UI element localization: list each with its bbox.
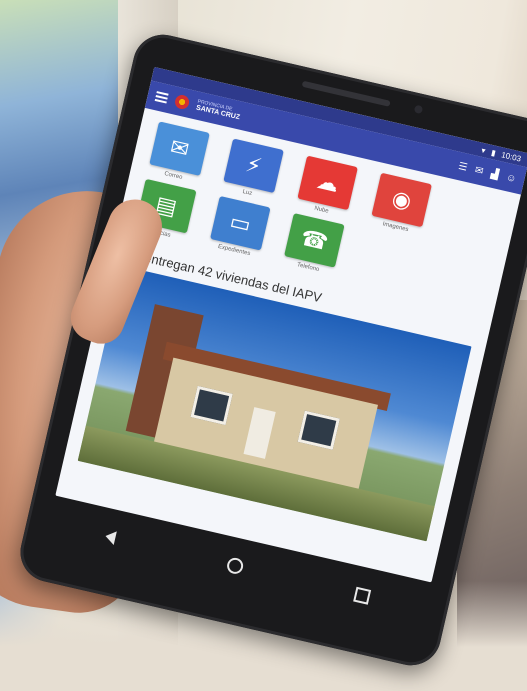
hamburger-icon[interactable] [154, 91, 169, 104]
envelope-icon: ✉ [149, 121, 210, 176]
tile-luz[interactable]: ⚡ Luz [216, 137, 288, 203]
user-icon[interactable]: ☺ [505, 172, 517, 185]
tablet-speaker [301, 80, 391, 107]
tile-nube[interactable]: ☁ Nube [290, 154, 362, 220]
tile-label: Nube [313, 205, 330, 215]
folder-icon: ▭ [210, 195, 271, 251]
phone-icon: ☎ [284, 213, 345, 268]
tile-expedientes[interactable]: ▭ Expedientes [203, 195, 275, 261]
back-icon[interactable] [103, 529, 117, 545]
news-photo[interactable] [77, 265, 472, 542]
tile-telefono[interactable]: ☎ Telefono [277, 212, 349, 278]
tile-label: Correo [163, 170, 183, 181]
list-icon[interactable]: ☰ [457, 161, 468, 174]
tablet-camera [413, 104, 424, 115]
lightning-icon: ⚡ [223, 138, 284, 194]
wifi-icon: ▾ [480, 145, 487, 155]
tile-label: Telefono [296, 262, 320, 274]
recent-apps-icon[interactable] [352, 586, 371, 605]
logo [173, 93, 191, 111]
tile-imagenes[interactable]: ◉ Imagenes [365, 172, 437, 238]
tile-label: Luz [241, 189, 253, 198]
cloud-icon: ☁ [297, 155, 358, 211]
chart-icon[interactable]: ▟ [490, 168, 500, 180]
tablet-screen: ▾ ▮ 10:03 PROVINCIA DE SANTA CRUZ ☰ ✉ ▟ … [55, 66, 527, 583]
tile-correo[interactable]: ✉ Correo [142, 120, 214, 186]
mail-icon[interactable]: ✉ [474, 164, 485, 177]
camera-icon: ◉ [371, 172, 432, 228]
home-icon[interactable] [225, 556, 245, 576]
brand: PROVINCIA DE SANTA CRUZ [195, 99, 241, 122]
battery-icon: ▮ [490, 147, 497, 158]
